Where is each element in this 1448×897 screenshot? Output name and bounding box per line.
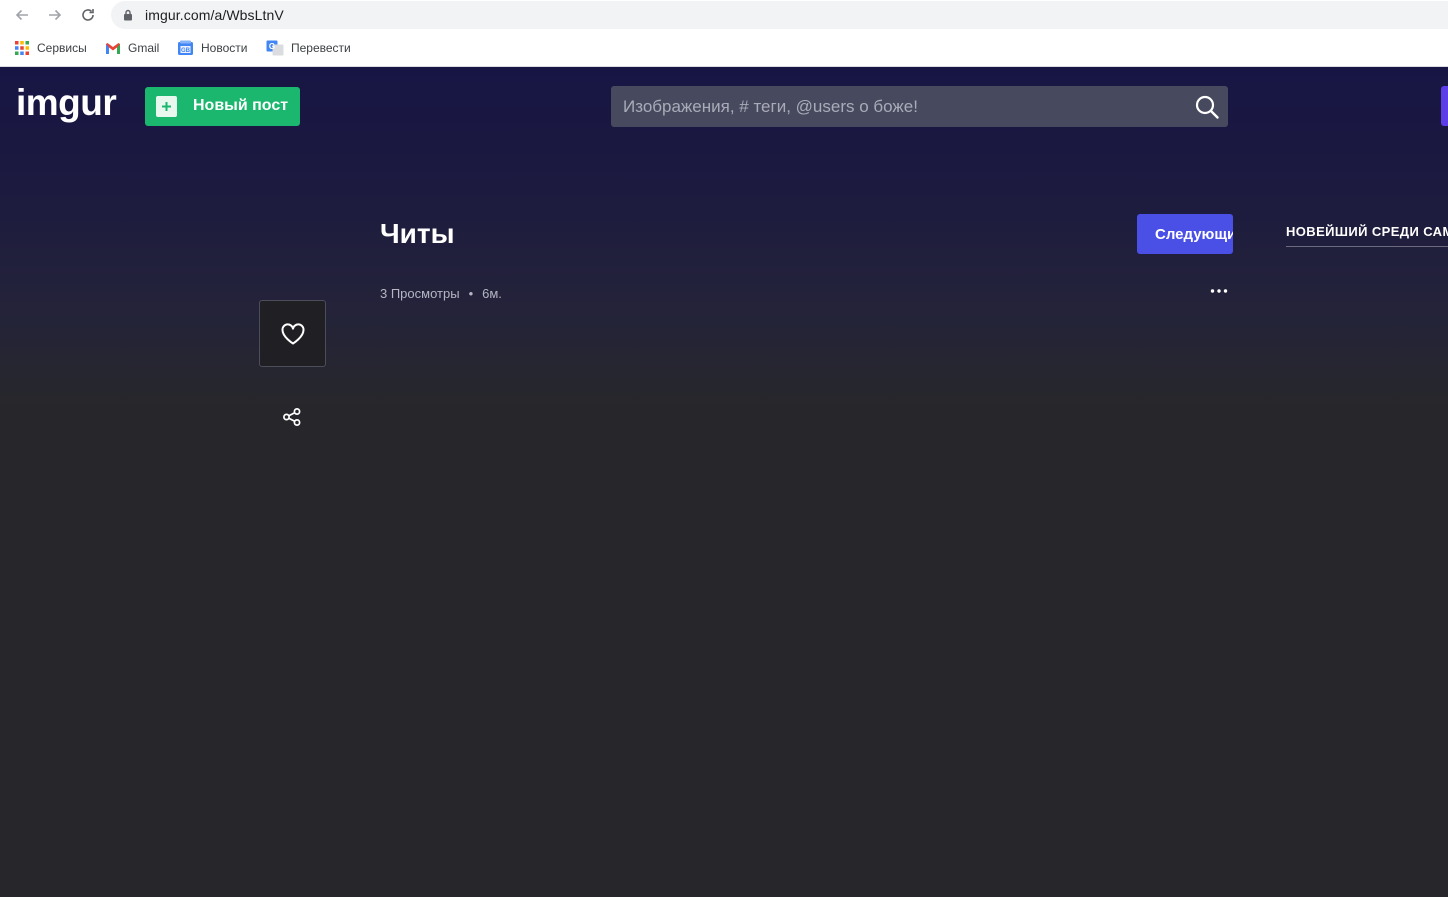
url-text: imgur.com/a/WbsLtnV <box>145 7 284 23</box>
plus-icon <box>156 96 177 117</box>
new-post-button[interactable]: Новый пост <box>145 87 300 126</box>
favorite-button[interactable] <box>259 300 326 367</box>
share-icon <box>283 408 301 426</box>
search-input[interactable] <box>611 86 1181 127</box>
view-count: 3 Просмотры <box>380 286 460 301</box>
bookmarks-bar: Сервисы Gmail GB Новости G Перевести <box>0 30 1448 67</box>
bookmark-news[interactable]: GB Новости <box>177 39 247 57</box>
heart-icon <box>281 322 304 344</box>
post-meta: 3 Просмотры • 6м. <box>380 286 502 301</box>
search-bar <box>611 86 1228 127</box>
bookmark-label: Сервисы <box>37 41 87 55</box>
meta-separator: • <box>468 286 474 301</box>
svg-text:GB: GB <box>181 48 191 54</box>
imgur-page: imgur Новый пост Читы Следующий НОВЕЙШИЙ… <box>0 67 1448 897</box>
gmail-icon <box>106 42 120 54</box>
lock-icon <box>124 9 132 21</box>
bookmark-label: Перевести <box>291 41 351 55</box>
forward-button[interactable] <box>44 4 66 26</box>
reload-button[interactable] <box>77 4 99 26</box>
next-post-button[interactable]: Следующий <box>1137 214 1233 254</box>
imgur-logo[interactable]: imgur <box>16 84 117 121</box>
back-arrow-icon <box>15 9 28 21</box>
svg-text:G: G <box>269 42 275 51</box>
back-button[interactable] <box>11 4 33 26</box>
search-icon[interactable] <box>1194 94 1220 120</box>
news-icon: GB <box>178 40 193 55</box>
browser-toolbar: imgur.com/a/WbsLtnV <box>0 0 1448 30</box>
bookmark-label: Новости <box>201 41 248 55</box>
post-age: 6м. <box>482 286 502 301</box>
more-options-button[interactable] <box>1208 284 1230 298</box>
bookmark-gmail[interactable]: Gmail <box>105 39 159 57</box>
address-bar[interactable]: imgur.com/a/WbsLtnV <box>111 1 1448 29</box>
ellipsis-icon <box>1210 289 1228 293</box>
translate-icon: G <box>266 40 284 56</box>
sign-in-button[interactable] <box>1441 86 1448 126</box>
bookmark-translate[interactable]: G Перевести <box>266 39 351 57</box>
forward-arrow-icon <box>49 9 62 21</box>
post-title: Читы <box>380 218 455 249</box>
share-button[interactable] <box>280 405 304 429</box>
new-post-label: Новый пост <box>193 97 289 114</box>
next-post-label: Следующий <box>1155 226 1233 243</box>
bookmark-services[interactable]: Сервисы <box>14 39 87 57</box>
apps-grid-icon <box>15 41 29 55</box>
sidebar-divider <box>1286 246 1448 247</box>
sidebar-heading[interactable]: НОВЕЙШИЙ СРЕДИ САМЫХ <box>1286 224 1448 239</box>
reload-icon <box>82 9 94 21</box>
bookmark-label: Gmail <box>128 41 160 55</box>
